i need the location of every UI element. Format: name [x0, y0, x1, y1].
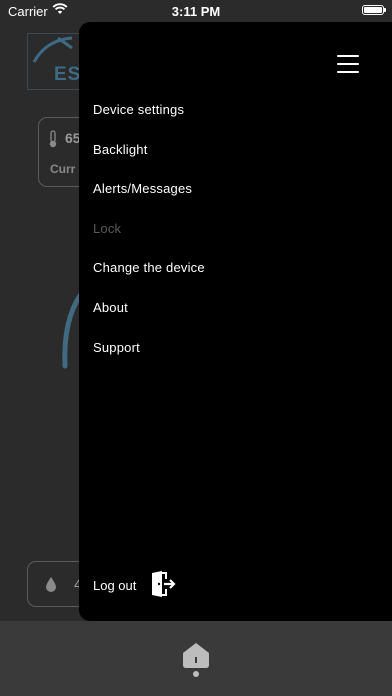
- logout-label: Log out: [93, 578, 137, 593]
- menu-item-about[interactable]: About: [93, 300, 205, 340]
- navigation-drawer: Device settings Backlight Alerts/Message…: [79, 22, 392, 621]
- menu-item-device-settings[interactable]: Device settings: [93, 102, 205, 142]
- menu-item-backlight[interactable]: Backlight: [93, 142, 205, 182]
- menu-item-support[interactable]: Support: [93, 340, 205, 380]
- menu-item-change-device[interactable]: Change the device: [93, 260, 205, 300]
- hamburger-icon[interactable]: [337, 55, 359, 73]
- menu-item-lock: Lock: [93, 220, 122, 236]
- thermometer-icon: [49, 130, 57, 148]
- water-drop-icon: [46, 577, 56, 592]
- logout-door-icon: [152, 571, 176, 597]
- logo-text: ES: [54, 64, 82, 85]
- drawer-menu: Device settings Backlight Alerts/Message…: [93, 102, 205, 379]
- tab-bar: [0, 621, 392, 696]
- home-icon[interactable]: [180, 639, 212, 677]
- temperature-label: Curr: [50, 162, 76, 176]
- menu-item-alerts-messages[interactable]: Alerts/Messages: [93, 181, 205, 221]
